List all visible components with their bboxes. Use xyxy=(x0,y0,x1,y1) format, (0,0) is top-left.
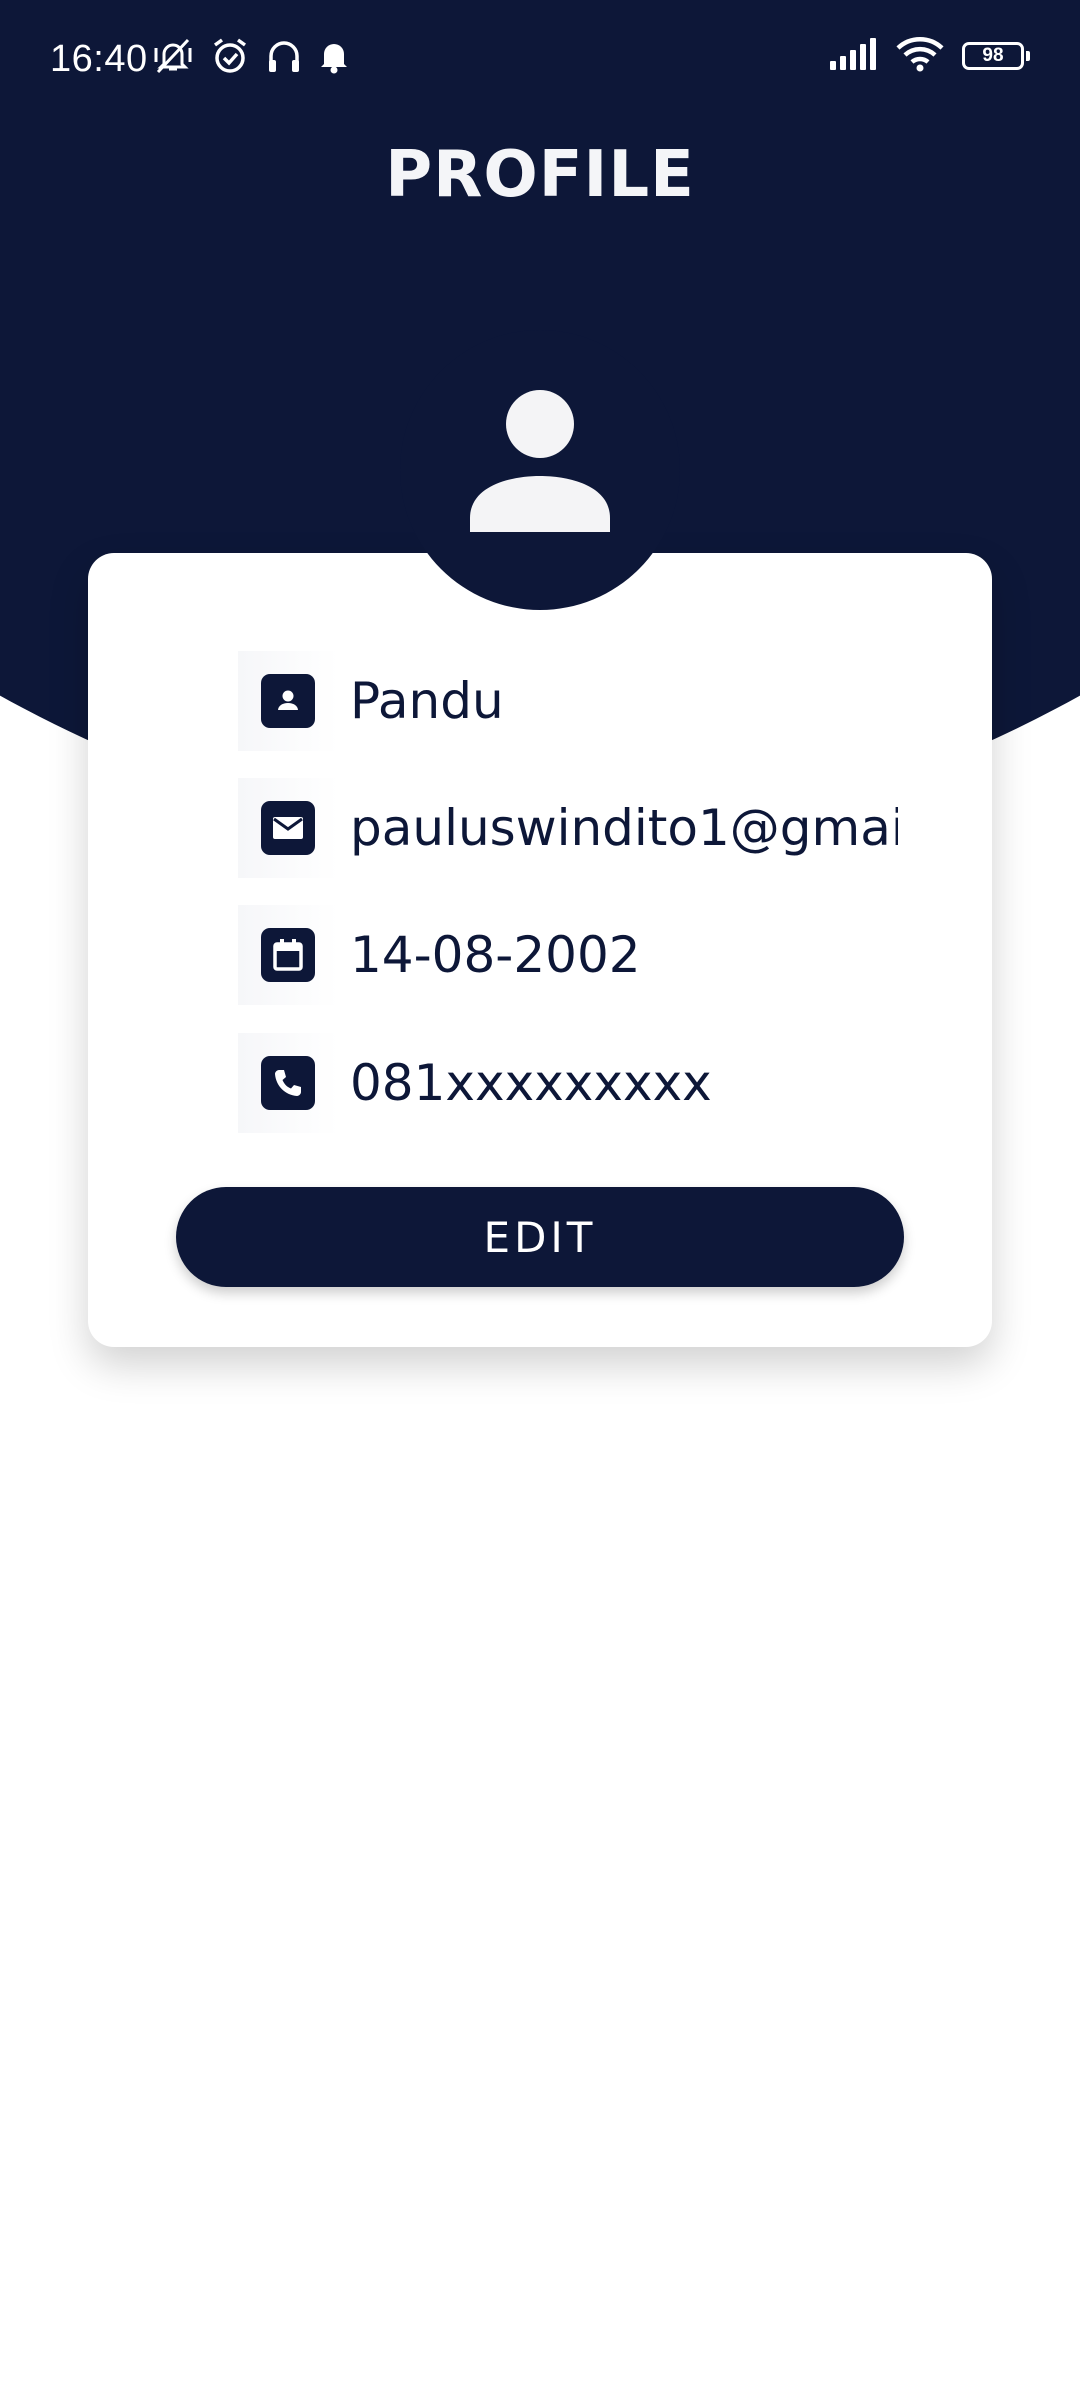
notification-bell-icon xyxy=(318,38,350,78)
info-row-birthdate: 14-08-2002 xyxy=(238,905,928,1005)
name-value: Pandu xyxy=(350,672,504,730)
signal-icon xyxy=(828,37,878,75)
alarm-icon xyxy=(210,36,250,80)
profile-card: Pandu pauluswindito1@gmai 14-08-2002 081… xyxy=(88,553,992,1347)
email-icon xyxy=(261,801,315,855)
status-time: 16:40 xyxy=(50,38,148,80)
battery-icon: 98 xyxy=(962,42,1030,70)
email-value: pauluswindito1@gmai xyxy=(350,799,898,857)
profile-screen: 16:40 98 PROFILE Pandu pauluswindito1@gm… xyxy=(0,0,1080,2400)
status-icons-right: 98 xyxy=(828,36,1030,76)
wifi-icon xyxy=(896,36,944,76)
info-row-name: Pandu xyxy=(238,651,928,751)
info-icon-container xyxy=(238,1033,338,1133)
headphones-icon xyxy=(264,36,304,80)
mute-vibrate-icon xyxy=(150,36,196,80)
status-icons-left xyxy=(150,36,350,80)
info-icon-container xyxy=(238,905,338,1005)
info-icon-container xyxy=(238,651,338,751)
status-bar: 16:40 98 xyxy=(0,0,1080,120)
phone-value: 081xxxxxxxxx xyxy=(350,1054,712,1112)
page-title: PROFILE xyxy=(385,138,695,212)
birthdate-value: 14-08-2002 xyxy=(350,926,641,984)
edit-button[interactable]: EDIT xyxy=(176,1187,904,1287)
info-row-email: pauluswindito1@gmai xyxy=(238,778,928,878)
info-row-phone: 081xxxxxxxxx xyxy=(238,1033,928,1133)
person-badge-icon xyxy=(261,674,315,728)
person-icon xyxy=(470,390,610,532)
info-icon-container xyxy=(238,778,338,878)
calendar-icon xyxy=(261,928,315,982)
phone-icon xyxy=(261,1056,315,1110)
